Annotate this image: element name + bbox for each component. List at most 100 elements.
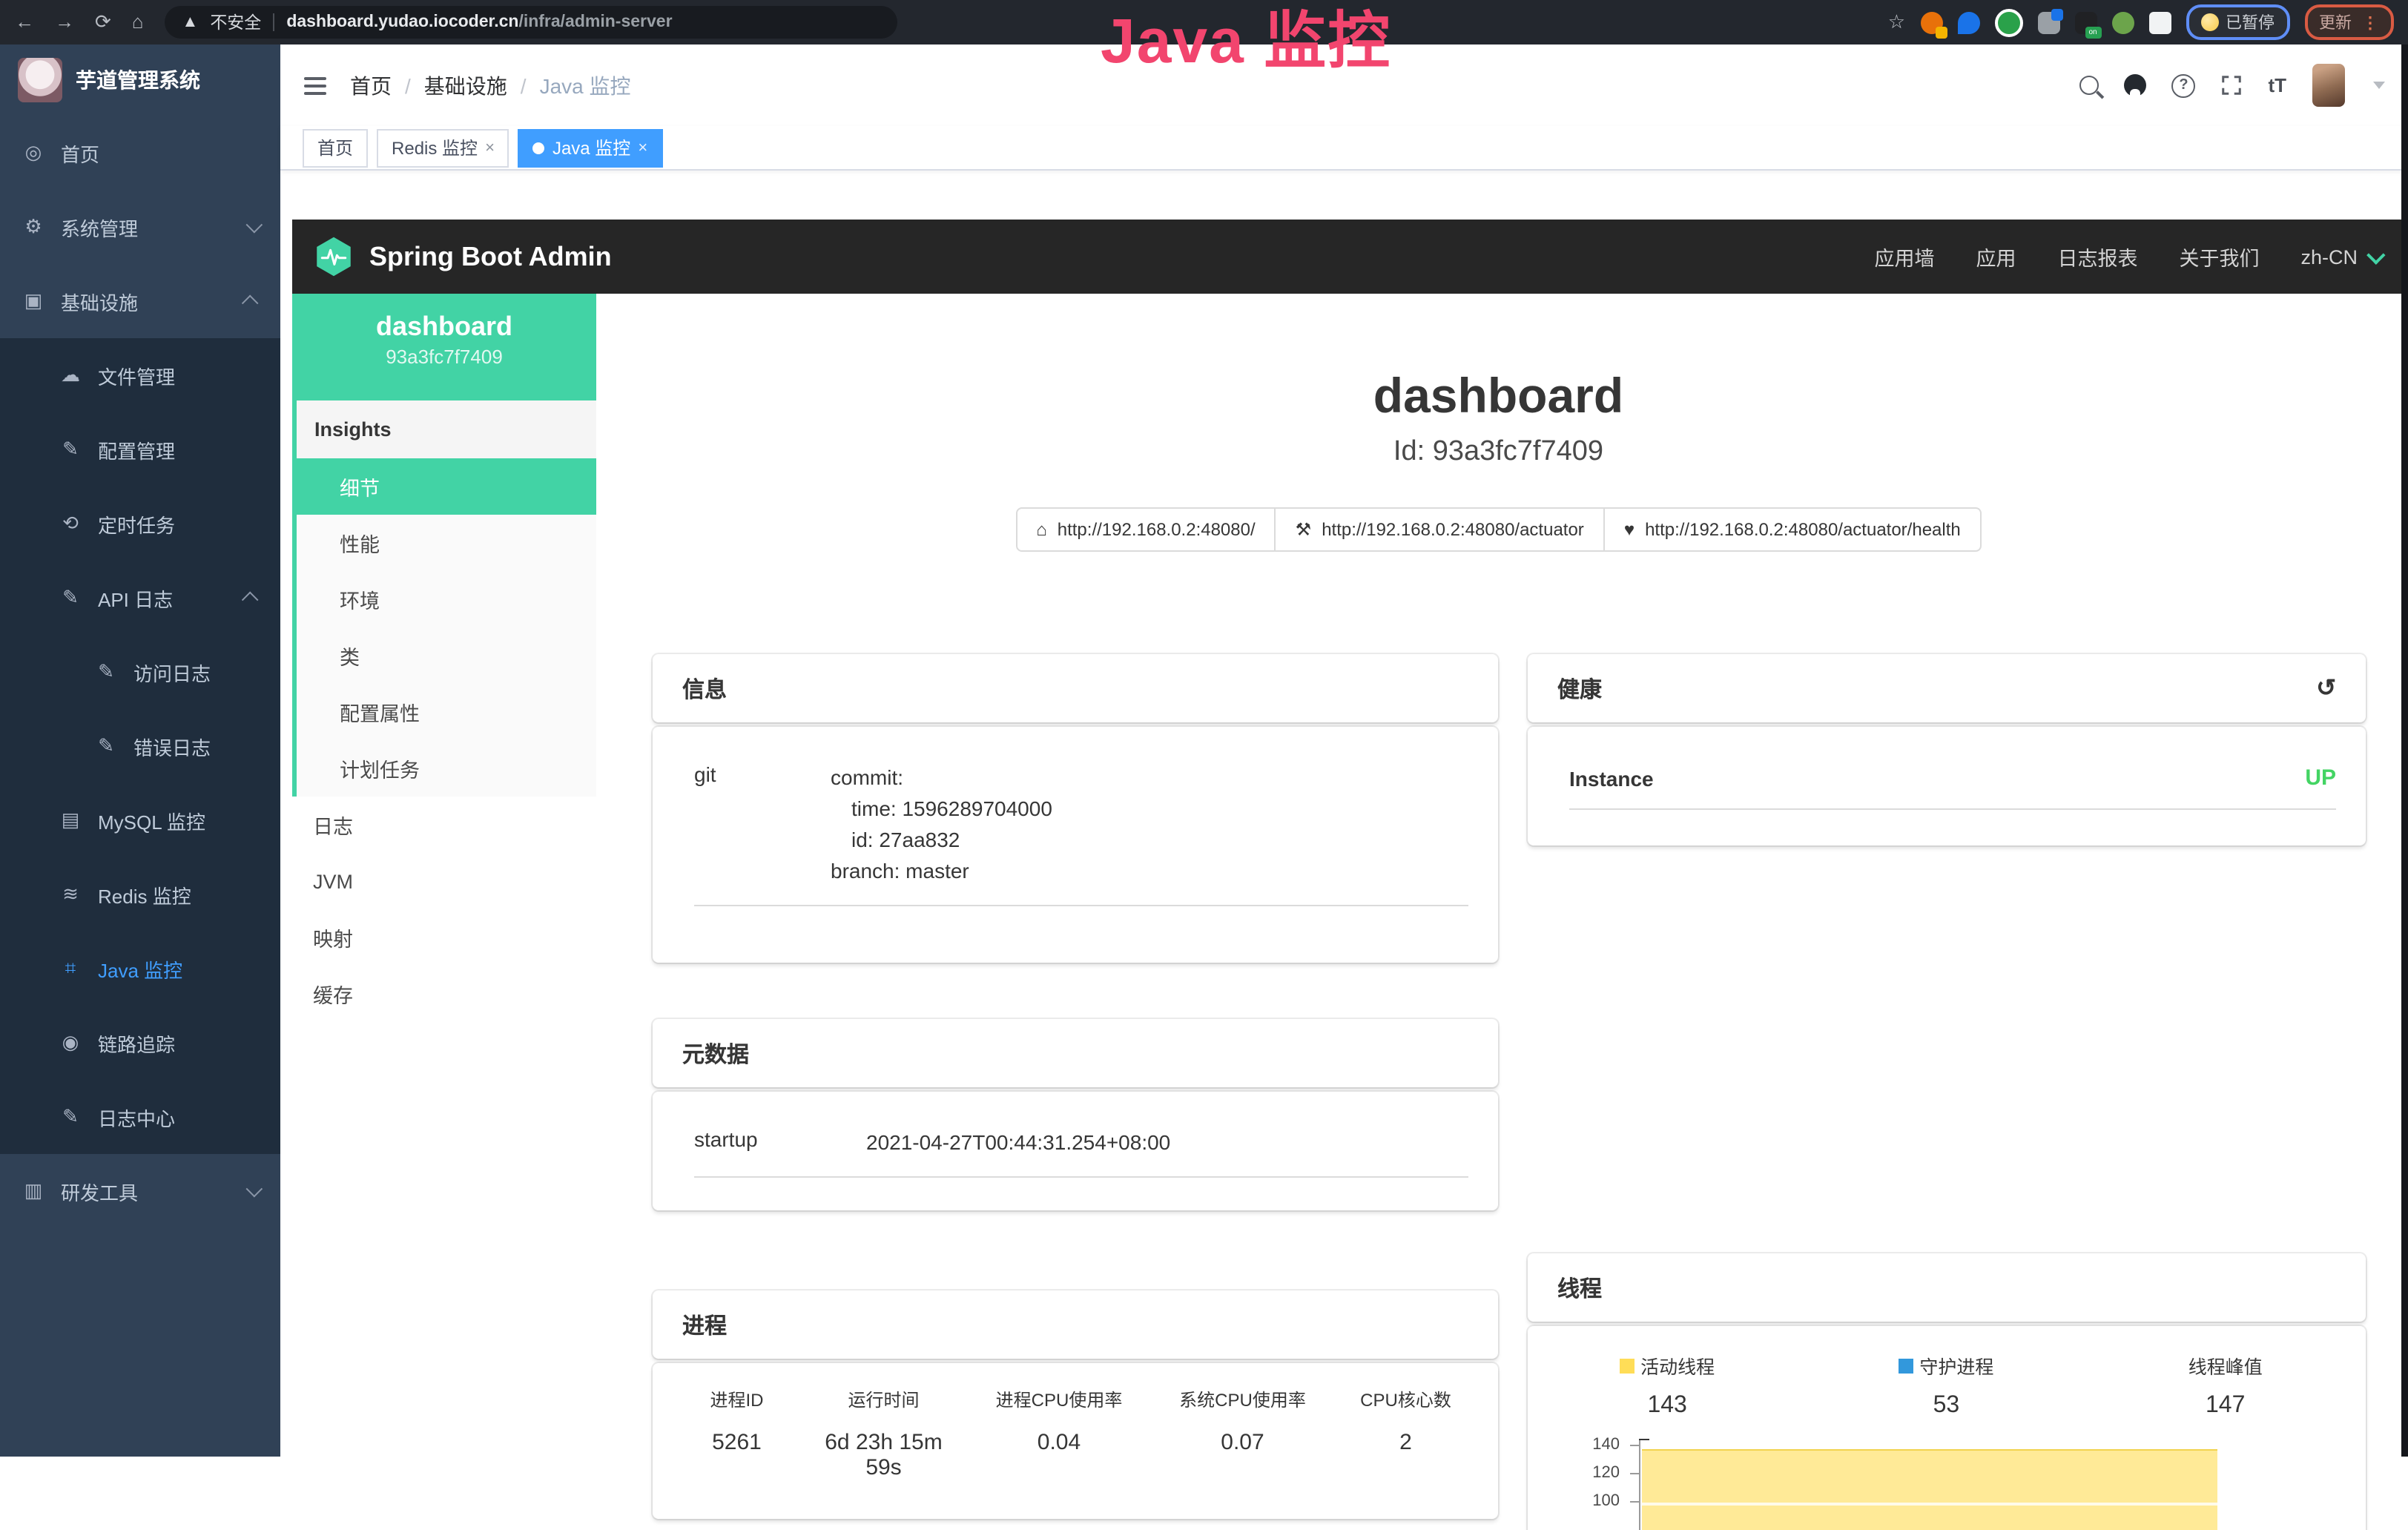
ext-icon-green-circle[interactable] — [1994, 8, 2022, 36]
sba-item-caches[interactable]: 缓存 — [292, 966, 596, 1022]
sidebar-item-java-monitor[interactable]: ⌗ Java 监控 — [0, 931, 280, 1006]
close-icon[interactable]: × — [485, 139, 495, 156]
avatar-caret-icon[interactable] — [2372, 82, 2384, 89]
back-icon[interactable]: ← — [15, 10, 34, 34]
sba-brand[interactable]: Spring Boot Admin — [313, 236, 612, 277]
sba-nav-about[interactable]: 关于我们 — [2179, 242, 2259, 271]
sba-item-environment[interactable]: 环境 — [297, 571, 596, 627]
chevron-down-icon — [2366, 245, 2384, 263]
security-label: 不安全 — [210, 10, 261, 34]
active-dot — [533, 142, 545, 154]
close-icon[interactable]: × — [638, 139, 647, 156]
breadcrumb-home[interactable]: 首页 — [350, 70, 392, 100]
github-icon[interactable] — [2124, 74, 2146, 96]
sba-item-mappings[interactable]: 映射 — [292, 909, 596, 966]
live-threads-area — [1642, 1449, 2217, 1530]
update-button[interactable]: 更新 ⋮ — [2304, 4, 2393, 40]
info-card-body: git commit: time: 1596289704000 id: 27aa… — [653, 727, 1498, 963]
sba-item-details[interactable]: 细节 — [297, 458, 596, 515]
ext-icon-dark-on[interactable]: on — [2074, 11, 2097, 33]
ext-icon-pin[interactable] — [1957, 11, 1979, 33]
sba-item-logs[interactable]: 日志 — [292, 797, 596, 853]
app-logo-row[interactable]: 芋道管理系统 — [0, 44, 280, 116]
sidebar-item-scheduled-jobs[interactable]: ⟲ 定时任务 — [0, 487, 280, 561]
sba-item-metrics[interactable]: 性能 — [297, 515, 596, 571]
sidebar-item-mysql-monitor[interactable]: ▤ MySQL 监控 — [0, 783, 280, 857]
sidebar-item-tracing[interactable]: ◉ 链路追踪 — [0, 1006, 280, 1080]
sba-language-select[interactable]: zh-CN — [2300, 245, 2380, 268]
breadcrumb-infra[interactable]: 基础设施 — [424, 70, 507, 100]
chevron-down-icon — [246, 217, 263, 234]
sidebar-item-log-center[interactable]: ✎ 日志中心 — [0, 1080, 280, 1154]
sidebar-item-access-logs[interactable]: ✎ 访问日志 — [0, 635, 280, 709]
metadata-card-body: startup 2021-04-27T00:44:31.254+08:00 — [653, 1092, 1498, 1210]
health-url-button[interactable]: ♥ http://192.168.0.2:48080/actuator/heal… — [1603, 507, 1982, 552]
history-icon[interactable]: ↺ — [2316, 673, 2336, 703]
address-bar[interactable]: ▲ 不安全 dashboard.yudao.iocoder.cn/infra/a… — [165, 6, 897, 39]
ext-icon-grid[interactable] — [2037, 11, 2059, 33]
ext-icon-orange[interactable] — [1920, 11, 1942, 33]
bookmark-star-icon[interactable]: ☆ — [1888, 10, 1905, 34]
threads-card-body: 活动线程 143 守护进程 53 线程峰值 14 — [1528, 1326, 2366, 1530]
chart-y-axis — [1639, 1439, 1640, 1530]
health-status-badge: UP — [2305, 765, 2336, 791]
sidebar-toggle-icon[interactable] — [304, 76, 326, 94]
java-monitor-icon: ⌗ — [59, 957, 82, 980]
sidebar-item-home[interactable]: ◎ 首页 — [0, 116, 280, 190]
app-title: 芋道管理系统 — [76, 65, 200, 95]
tab-redis-monitor[interactable]: Redis 监控 × — [377, 128, 509, 167]
fullscreen-icon[interactable] — [2220, 74, 2243, 96]
sba-item-jvm[interactable]: JVM — [292, 853, 596, 909]
actuator-url-button[interactable]: ⚒ http://192.168.0.2:48080/actuator — [1275, 507, 1605, 552]
ext-icon-puzzle[interactable] — [2148, 11, 2171, 33]
edit-icon: ✎ — [59, 438, 82, 461]
sba-nav-journal[interactable]: 日志报表 — [2057, 242, 2137, 271]
sba-nav-wallboard[interactable]: 应用墙 — [1874, 242, 1934, 271]
paused-pill[interactable]: 已暂停 — [2186, 4, 2289, 40]
info-card-header: 信息 — [653, 654, 1498, 722]
sba-section-insights: Insights — [297, 400, 596, 458]
menu-kebab-icon[interactable]: ⋮ — [2362, 13, 2378, 32]
y-tick-140: 140 — [1528, 1436, 1620, 1454]
sidebar-item-system-mgmt[interactable]: ⚙ 系统管理 — [0, 190, 280, 264]
instance-name: dashboard — [292, 311, 596, 343]
reload-icon[interactable]: ⟳ — [95, 10, 111, 34]
main-area: 首页 / 基础设施 / Java 监控 ? tT — [280, 44, 2408, 1456]
help-icon[interactable]: ? — [2171, 73, 2195, 97]
sidebar-item-api-logs[interactable]: ✎ API 日志 — [0, 561, 280, 635]
sba-item-classes[interactable]: 类 — [297, 627, 596, 684]
peak-threads-value: 147 — [2086, 1393, 2365, 1419]
tab-home[interactable]: 首页 — [303, 128, 368, 167]
service-url-button[interactable]: ⌂ http://192.168.0.2:48080/ — [1015, 507, 1276, 552]
metadata-card-header: 元数据 — [653, 1019, 1498, 1087]
font-size-icon[interactable]: tT — [2268, 74, 2286, 96]
home-icon: ⌂ — [1036, 519, 1047, 540]
ext-icon-leaf[interactable] — [2111, 11, 2134, 33]
info-value: commit: time: 1596289704000 id: 27aa832 … — [831, 762, 1052, 887]
system-cpu: 0.07 — [1157, 1430, 1328, 1480]
sba-nav-applications[interactable]: 应用 — [1976, 242, 2016, 271]
process-pid: 5261 — [667, 1430, 806, 1480]
chevron-up-icon — [242, 295, 259, 312]
sidebar-item-config-mgmt[interactable]: ✎ 配置管理 — [0, 412, 280, 487]
home-icon[interactable]: ⌂ — [132, 10, 144, 34]
app-sidebar: 芋道管理系统 ◎ 首页 ⚙ 系统管理 ▣ 基础设施 ☁ 文件管理 ✎ 配置管理 — [0, 44, 280, 1456]
health-instance-label: Instance — [1569, 766, 1654, 790]
sidebar-item-dev-tools[interactable]: ▥ 研发工具 — [0, 1154, 280, 1228]
sba-item-scheduled-tasks[interactable]: 计划任务 — [297, 740, 596, 797]
paused-label: 已暂停 — [2226, 10, 2275, 34]
sba-item-config-props[interactable]: 配置属性 — [297, 684, 596, 740]
sidebar-item-error-logs[interactable]: ✎ 错误日志 — [0, 709, 280, 783]
forward-icon[interactable]: → — [55, 10, 74, 34]
user-avatar[interactable] — [2312, 64, 2344, 107]
instance-id: 93a3fc7f7409 — [292, 346, 596, 368]
dashboard-icon: ◎ — [22, 141, 44, 165]
sidebar-item-redis-monitor[interactable]: ≋ Redis 监控 — [0, 857, 280, 931]
sidebar-item-file-mgmt[interactable]: ☁ 文件管理 — [0, 338, 280, 412]
cloud-icon: ☁ — [59, 363, 82, 387]
cpu-cores: 2 — [1328, 1430, 1483, 1480]
sidebar-item-infrastructure[interactable]: ▣ 基础设施 — [0, 264, 280, 338]
monitor-icon: ▣ — [22, 289, 44, 313]
search-icon[interactable] — [2079, 76, 2099, 95]
tab-java-monitor[interactable]: Java 监控 × — [518, 128, 662, 167]
